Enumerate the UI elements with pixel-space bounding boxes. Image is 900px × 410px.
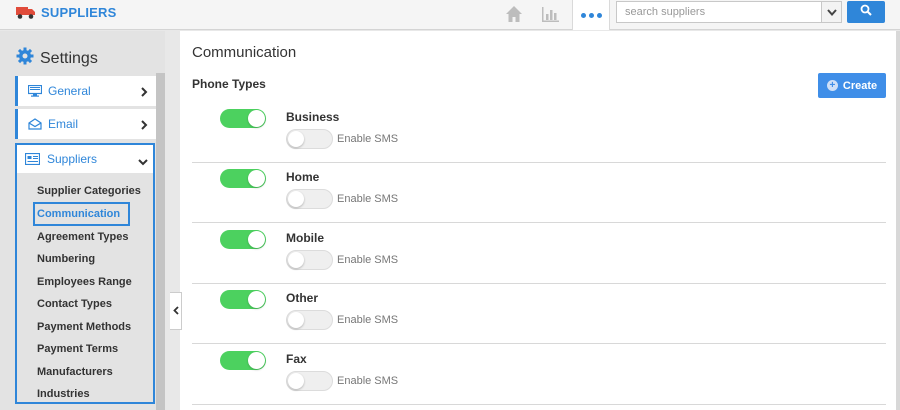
app-brand[interactable]: SUPPLIERS xyxy=(16,4,116,20)
create-button-label: Create xyxy=(842,79,878,92)
row-divider xyxy=(192,343,886,344)
main-scrollbar[interactable] xyxy=(896,31,900,410)
settings-title: Settings xyxy=(40,49,98,67)
search-button[interactable] xyxy=(847,1,885,23)
enable-sms-toggle[interactable] xyxy=(286,129,333,149)
settings-header: Settings xyxy=(16,47,98,70)
enable-sms-label: Enable SMS xyxy=(337,133,399,145)
phone-type-name: Fax xyxy=(286,352,307,366)
phone-type-row: Fax Enable SMS xyxy=(192,345,886,405)
enable-sms-toggle[interactable] xyxy=(286,250,333,270)
enable-sms-toggle[interactable] xyxy=(286,189,333,209)
phone-type-row: Home Enable SMS xyxy=(192,163,886,223)
submenu-manufacturers[interactable]: Manufacturers xyxy=(37,366,113,378)
phone-type-name: Mobile xyxy=(286,231,324,245)
section-title: Phone Types xyxy=(192,77,266,91)
phone-type-toggle[interactable] xyxy=(220,230,266,249)
sidebar-group-suppliers: Suppliers Supplier Categories Communicat… xyxy=(15,143,155,404)
more-dots-icon[interactable] xyxy=(572,0,610,30)
search-icon xyxy=(860,3,872,21)
create-button[interactable]: + Create xyxy=(818,73,886,98)
bar-chart-icon[interactable] xyxy=(541,5,560,24)
phone-type-row: Mobile Enable SMS xyxy=(192,224,886,284)
chevron-down-icon xyxy=(138,153,148,171)
phone-type-toggle[interactable] xyxy=(220,351,266,370)
phone-type-row: Business Enable SMS xyxy=(192,103,886,163)
chevron-left-icon xyxy=(172,302,179,320)
phone-type-name: Other xyxy=(286,291,319,305)
submenu-communication[interactable]: Communication xyxy=(37,208,120,220)
monitor-icon xyxy=(27,84,43,102)
sidebar-item-general[interactable]: General xyxy=(15,76,156,106)
search-box xyxy=(616,1,842,23)
sidebar-collapse-button[interactable] xyxy=(170,292,182,330)
sidebar-item-label: General xyxy=(48,84,91,98)
sidebar-item-label: Email xyxy=(48,117,79,131)
gear-icon xyxy=(16,47,34,70)
submenu-employees-range[interactable]: Employees Range xyxy=(37,276,132,288)
list-card-icon xyxy=(24,152,41,170)
enable-sms-toggle[interactable] xyxy=(286,310,333,330)
phone-type-name: Business xyxy=(286,110,340,124)
phone-type-toggle[interactable] xyxy=(220,169,266,188)
phone-type-name: Home xyxy=(286,170,320,184)
app-title: SUPPLIERS xyxy=(41,4,117,20)
row-divider xyxy=(192,222,886,223)
plus-circle-icon: + xyxy=(826,80,838,91)
truck-icon xyxy=(16,4,36,20)
envelope-icon xyxy=(28,117,42,135)
submenu-payment-methods[interactable]: Payment Methods xyxy=(37,321,131,333)
sidebar-item-label: Suppliers xyxy=(47,152,98,166)
submenu-contact-types[interactable]: Contact Types xyxy=(37,298,112,310)
enable-sms-label: Enable SMS xyxy=(337,254,399,266)
chevron-down-icon[interactable] xyxy=(821,2,841,22)
enable-sms-label: Enable SMS xyxy=(337,314,399,326)
sidebar-scrollbar[interactable] xyxy=(156,73,165,410)
sidebar-item-suppliers[interactable]: Suppliers xyxy=(17,145,153,173)
page-title: Communication xyxy=(192,44,297,61)
search-input[interactable] xyxy=(617,2,821,22)
chevron-right-icon xyxy=(140,84,148,102)
phone-type-row: Other Enable SMS xyxy=(192,284,886,344)
enable-sms-label: Enable SMS xyxy=(337,375,399,387)
main-content: Communication Phone Types + Create Busin… xyxy=(180,31,900,410)
phone-type-toggle[interactable] xyxy=(220,109,266,128)
home-icon[interactable] xyxy=(504,4,524,24)
submenu-industries[interactable]: Industries xyxy=(37,388,90,400)
enable-sms-label: Enable SMS xyxy=(337,193,399,205)
enable-sms-toggle[interactable] xyxy=(286,371,333,391)
sidebar-item-email[interactable]: Email xyxy=(15,109,156,139)
row-divider xyxy=(192,404,886,405)
chevron-right-icon xyxy=(140,117,148,135)
submenu-numbering[interactable]: Numbering xyxy=(37,253,95,265)
submenu-payment-terms[interactable]: Payment Terms xyxy=(37,343,118,355)
phone-type-toggle[interactable] xyxy=(220,290,266,309)
sidebar: Settings General Email Suppliers Supplie… xyxy=(0,31,165,410)
top-bar: SUPPLIERS xyxy=(0,0,900,30)
submenu-agreement-types[interactable]: Agreement Types xyxy=(37,231,129,243)
submenu-supplier-categories[interactable]: Supplier Categories xyxy=(37,185,141,197)
